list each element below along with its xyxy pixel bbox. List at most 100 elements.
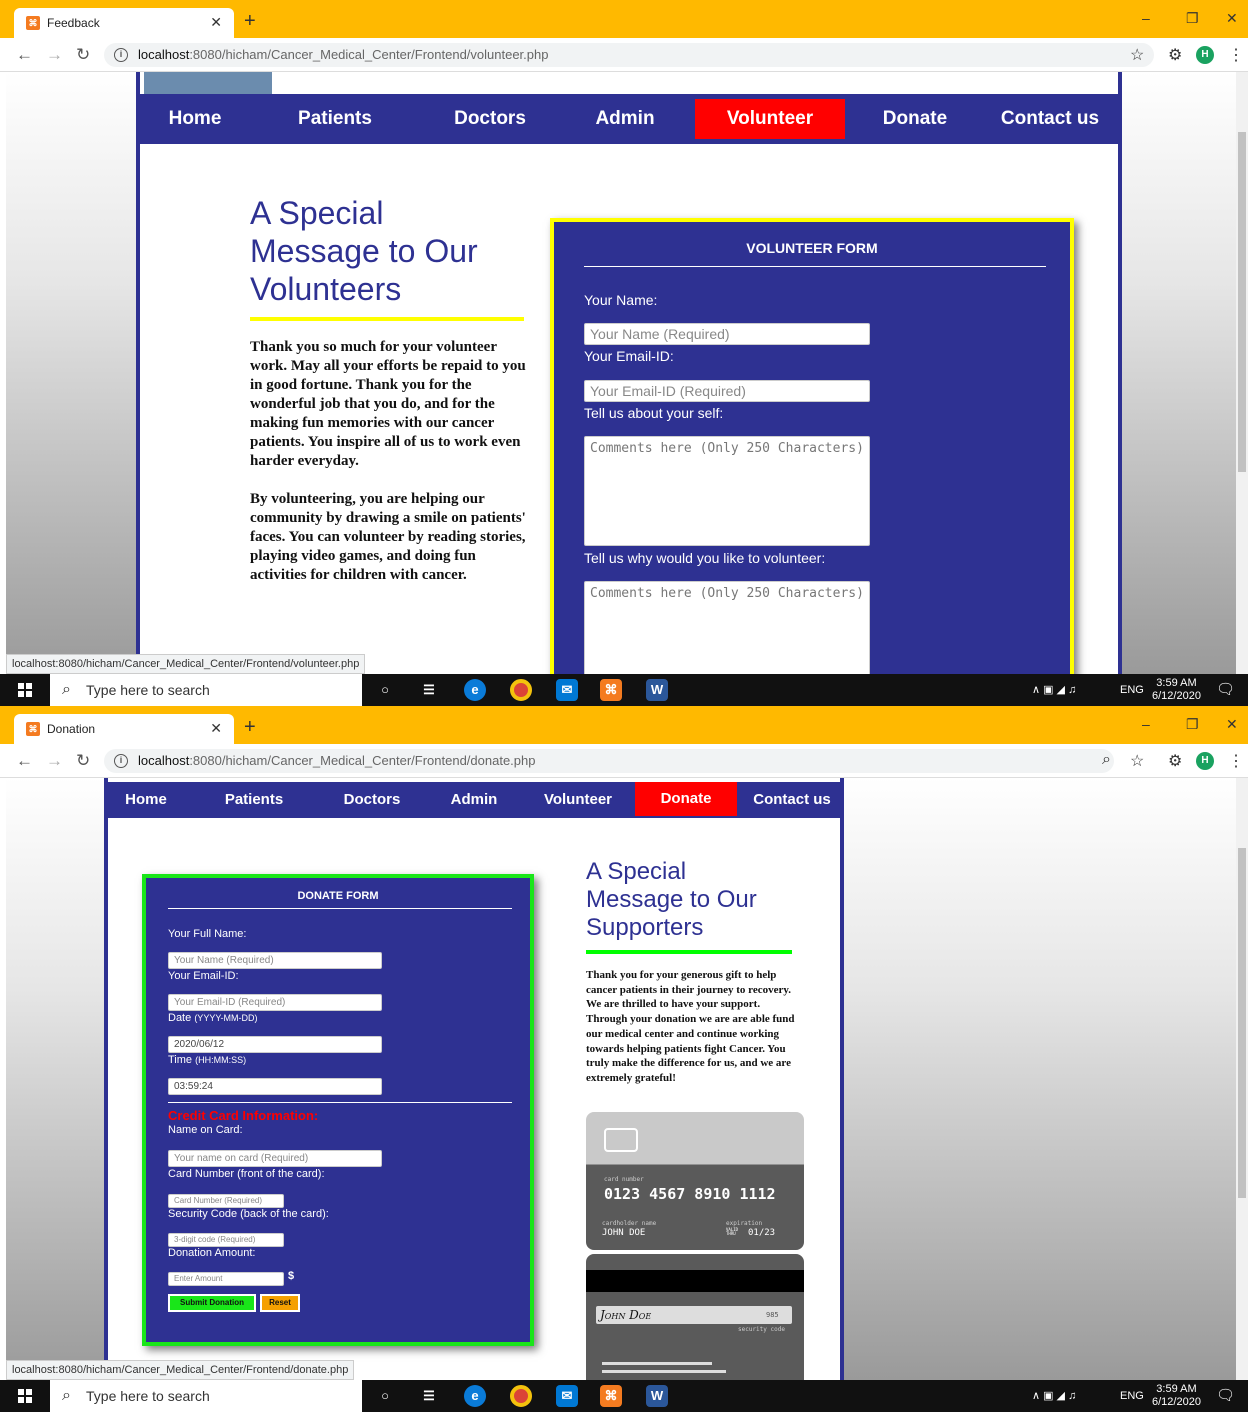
new-tab-icon[interactable]: + xyxy=(244,716,256,739)
scrollbar-thumb[interactable] xyxy=(1238,848,1246,1198)
nav-contact[interactable]: Contact us xyxy=(990,94,1110,144)
nav-contact[interactable]: Contact us xyxy=(744,782,840,818)
signature: John Doe xyxy=(600,1308,652,1322)
chrome-icon[interactable] xyxy=(510,679,532,701)
word-icon[interactable]: W xyxy=(646,1385,668,1407)
card-front: card number 0123 4567 8910 1112 cardhold… xyxy=(586,1112,804,1250)
url-field[interactable]: i localhost:8080/hicham/Cancer_Medical_C… xyxy=(104,749,1114,773)
close-tab-icon[interactable]: ✕ xyxy=(210,14,222,31)
reset-button[interactable]: Reset xyxy=(260,1294,300,1312)
tray-icons[interactable]: ∧ ▣ ◢ ♫ xyxy=(1032,1380,1076,1412)
card-number-caption: card number xyxy=(604,1176,644,1183)
clock[interactable]: 3:59 AM 6/12/2020 xyxy=(1152,1383,1201,1409)
security-input[interactable]: 3-digit code (Required) xyxy=(168,1233,284,1247)
word-icon[interactable]: W xyxy=(646,679,668,701)
extensions-icon[interactable]: ⚙ xyxy=(1168,45,1182,65)
name-input[interactable]: Your Name (Required) xyxy=(168,952,382,969)
close-window-icon[interactable]: ✕ xyxy=(1226,716,1238,733)
bookmark-star-icon[interactable]: ☆ xyxy=(1130,751,1144,771)
close-window-icon[interactable]: ✕ xyxy=(1226,10,1238,27)
browser-tab-feedback[interactable]: ⌘ Feedback ✕ xyxy=(14,8,234,38)
mail-icon[interactable]: ✉ xyxy=(556,1385,578,1407)
name-input[interactable]: Your Name (Required) xyxy=(584,323,870,345)
cortana-icon[interactable]: ○ xyxy=(374,1385,396,1407)
taskbar-search[interactable]: ⌕ Type here to search xyxy=(50,1380,362,1412)
language-indicator[interactable]: ENG xyxy=(1120,674,1144,706)
browser-tab-donation[interactable]: ⌘ Donation ✕ xyxy=(14,714,234,744)
bookmark-star-icon[interactable]: ☆ xyxy=(1130,45,1144,65)
url-field[interactable]: i localhost:8080/hicham/Cancer_Medical_C… xyxy=(104,43,1154,67)
amount-input[interactable]: Enter Amount xyxy=(168,1272,284,1286)
menu-icon[interactable]: ⋮ xyxy=(1228,751,1244,771)
mail-icon[interactable]: ✉ xyxy=(556,679,578,701)
card-number-input[interactable]: Card Number (Required) xyxy=(168,1194,284,1208)
minimize-icon[interactable]: – xyxy=(1142,10,1150,26)
windows-start-icon[interactable] xyxy=(18,683,32,697)
edge-icon[interactable]: e xyxy=(464,679,486,701)
task-view-icon[interactable]: ☰ xyxy=(418,1385,440,1407)
windows-start-icon[interactable] xyxy=(18,1389,32,1403)
nav-donate[interactable]: Donate xyxy=(860,94,970,144)
nav-patients[interactable]: Patients xyxy=(270,94,400,144)
nav-doctors[interactable]: Doctors xyxy=(430,94,550,144)
time-input[interactable]: 03:59:24 xyxy=(168,1078,382,1095)
nav-patients[interactable]: Patients xyxy=(204,782,304,818)
minimize-icon[interactable]: – xyxy=(1142,716,1150,732)
restore-icon[interactable]: ❐ xyxy=(1186,10,1199,27)
date-input[interactable]: 2020/06/12 xyxy=(168,1036,382,1053)
nav-donate[interactable]: Donate xyxy=(635,782,737,816)
about-textarea[interactable]: Comments here (Only 250 Characters) xyxy=(584,436,870,546)
site-info-icon[interactable]: i xyxy=(114,754,128,768)
email-input[interactable]: Your Email-ID (Required) xyxy=(584,380,870,402)
edge-icon[interactable]: e xyxy=(464,1385,486,1407)
extensions-icon[interactable]: ⚙ xyxy=(1168,751,1182,771)
zoom-icon[interactable]: ⌕ xyxy=(1102,751,1111,769)
address-bar: ← → ↻ i localhost:8080/hicham/Cancer_Med… xyxy=(0,744,1248,778)
message-title: A Special Message to Our Volunteers xyxy=(250,195,478,307)
nav-volunteer[interactable]: Volunteer xyxy=(528,782,628,818)
forward-icon[interactable]: → xyxy=(46,45,63,65)
nav-admin[interactable]: Admin xyxy=(570,94,680,144)
language-indicator[interactable]: ENG xyxy=(1120,1380,1144,1412)
security-caption: security code xyxy=(738,1326,785,1333)
xampp-icon[interactable]: ⌘ xyxy=(600,1385,622,1407)
task-view-icon[interactable]: ☰ xyxy=(418,679,440,701)
clock[interactable]: 3:59 AM 6/12/2020 xyxy=(1152,677,1201,703)
expiry-caption: expiration xyxy=(726,1220,763,1227)
email-input[interactable]: Your Email-ID (Required) xyxy=(168,994,382,1011)
tray-icons[interactable]: ∧ ▣ ◢ ♫ xyxy=(1032,674,1076,706)
nav-admin[interactable]: Admin xyxy=(436,782,512,818)
scrollbar[interactable] xyxy=(1236,72,1248,674)
forward-icon[interactable]: → xyxy=(46,751,63,771)
cortana-icon[interactable]: ○ xyxy=(374,679,396,701)
back-icon[interactable]: ← xyxy=(16,45,33,65)
nav-home[interactable]: Home xyxy=(140,94,250,144)
submit-button[interactable]: Submit Donation xyxy=(168,1294,256,1312)
reload-icon[interactable]: ↻ xyxy=(76,45,90,65)
close-tab-icon[interactable]: ✕ xyxy=(210,720,222,737)
card-name-input[interactable]: Your name on card (Required) xyxy=(168,1150,382,1167)
magnetic-stripe xyxy=(586,1270,804,1292)
back-icon[interactable]: ← xyxy=(16,751,33,771)
chrome-icon[interactable] xyxy=(510,1385,532,1407)
notification-icon[interactable]: 🗨 xyxy=(1216,680,1235,698)
nav-home[interactable]: Home xyxy=(108,782,184,818)
scrollbar-thumb[interactable] xyxy=(1238,132,1246,472)
new-tab-icon[interactable]: + xyxy=(244,10,256,33)
restore-icon[interactable]: ❐ xyxy=(1186,716,1199,733)
scrollbar[interactable] xyxy=(1236,778,1248,1380)
menu-icon[interactable]: ⋮ xyxy=(1228,45,1244,65)
nav-doctors[interactable]: Doctors xyxy=(322,782,422,818)
form-divider xyxy=(168,908,512,909)
card-chip-icon xyxy=(604,1128,638,1152)
profile-avatar[interactable]: H xyxy=(1196,752,1214,770)
profile-avatar[interactable]: H xyxy=(1196,46,1214,64)
reload-icon[interactable]: ↻ xyxy=(76,751,90,771)
why-textarea[interactable]: Comments here (Only 250 Characters) xyxy=(584,581,870,674)
site-info-icon[interactable]: i xyxy=(114,48,128,62)
nav-volunteer[interactable]: Volunteer xyxy=(695,99,845,139)
notification-icon[interactable]: 🗨 xyxy=(1216,1386,1235,1404)
taskbar-search[interactable]: ⌕ Type here to search xyxy=(50,674,362,706)
xampp-icon[interactable]: ⌘ xyxy=(600,679,622,701)
url-path: :8080/hicham/Cancer_Medical_Center/Front… xyxy=(189,753,536,768)
